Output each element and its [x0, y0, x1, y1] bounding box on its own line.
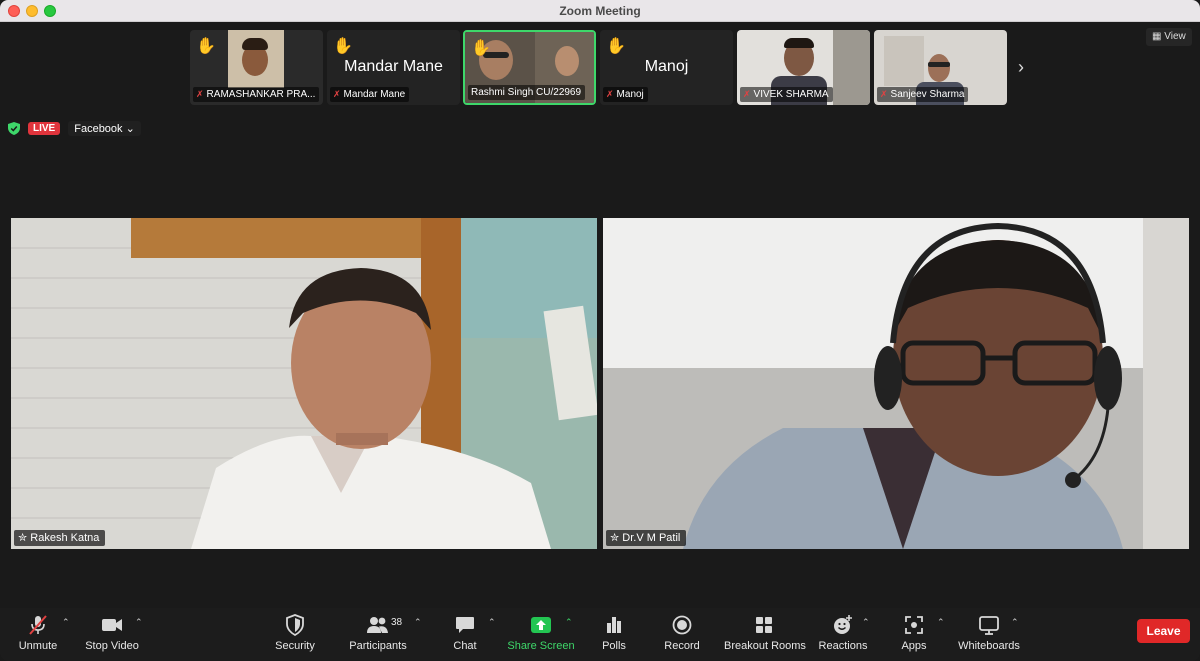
speaker-video-left[interactable]: ✮ Rakesh Katna — [11, 218, 597, 549]
chat-label: Chat — [453, 640, 477, 652]
chevron-down-icon: ⌄ — [125, 122, 135, 135]
participant-tile[interactable]: ✋ Mandar Mane ✗ Mandar Mane — [327, 30, 460, 105]
stop-video-button[interactable]: Stop Video — [84, 612, 140, 658]
participant-tile[interactable]: ✗ VIVEK SHARMA — [737, 30, 870, 105]
whiteboards-options-caret[interactable]: ⌃ — [1011, 617, 1019, 628]
zoom-window: Zoom Meeting ✋ ✗ RAMASHANKAR PRA... ✋ Man… — [0, 0, 1200, 661]
chat-button[interactable]: Chat — [448, 612, 482, 658]
unmute-label: Unmute — [18, 640, 58, 652]
title-bar: Zoom Meeting — [0, 0, 1200, 22]
shield-icon — [286, 614, 304, 636]
participant-video — [228, 30, 284, 88]
video-frame — [11, 218, 597, 549]
participant-tile[interactable]: ✋ Manoj ✗ Manoj — [600, 30, 733, 105]
participant-name-label: ✗ VIVEK SHARMA — [740, 87, 833, 102]
share-screen-icon — [531, 617, 551, 633]
security-button[interactable]: Security — [272, 612, 318, 658]
breakout-rooms-label: Breakout Rooms — [724, 640, 806, 652]
speaker-video-right[interactable]: ✮ Dr.V M Patil — [603, 218, 1189, 549]
share-options-caret[interactable]: ⌃ — [565, 617, 573, 628]
breakout-rooms-icon — [756, 617, 772, 633]
pin-icon: ✮ — [610, 532, 620, 544]
video-options-caret[interactable]: ⌃ — [135, 617, 143, 628]
record-label: Record — [664, 640, 700, 652]
chevron-right-icon[interactable]: › — [1018, 57, 1024, 78]
raised-hand-icon: ✋ — [471, 40, 491, 57]
speaker-name-label: ✮ Dr.V M Patil — [606, 530, 687, 546]
video-camera-icon — [102, 619, 122, 631]
apps-icon — [905, 616, 923, 634]
participants-count: 38 — [391, 617, 403, 628]
mic-off-icon: ✗ — [606, 89, 614, 99]
window-title: Zoom Meeting — [559, 4, 641, 18]
polls-button[interactable]: Polls — [598, 612, 630, 658]
share-screen-label: Share Screen — [507, 640, 575, 652]
participant-display-name: Manoj — [644, 58, 689, 75]
apps-button[interactable]: Apps — [898, 612, 930, 658]
participant-tile[interactable]: ✗ Sanjeev Sharma — [874, 30, 1007, 105]
participant-name-label: ✗ Sanjeev Sharma — [877, 87, 969, 102]
raised-hand-icon: ✋ — [196, 38, 216, 55]
participant-display-name: Mandar Mane — [344, 58, 443, 75]
shield-check-icon[interactable] — [8, 121, 20, 135]
mic-off-icon: ✗ — [880, 89, 888, 99]
polls-label: Polls — [602, 640, 626, 652]
reactions-button[interactable]: Reactions — [818, 612, 868, 658]
security-label: Security — [275, 640, 315, 652]
leave-button[interactable]: Leave — [1137, 619, 1190, 643]
polls-icon — [607, 617, 621, 633]
pin-icon: ✮ — [18, 532, 28, 544]
view-button[interactable]: ▦ View — [1146, 28, 1192, 46]
mic-off-icon: ✗ — [333, 89, 341, 99]
participant-name-label: ✗ Mandar Mane — [330, 87, 410, 102]
audio-options-caret[interactable]: ⌃ — [62, 617, 70, 628]
participant-name-label: ✗ RAMASHANKAR PRA... — [193, 87, 320, 102]
reactions-label: Reactions — [818, 640, 868, 652]
participant-name-label: Rashmi Singh CU/22969 — [468, 85, 586, 100]
apps-label: Apps — [901, 640, 927, 652]
smiley-icon — [834, 615, 852, 634]
video-frame — [603, 218, 1189, 549]
participants-options-caret[interactable]: ⌃ — [414, 617, 422, 628]
live-stream-status: LIVE Facebook ⌄ — [8, 119, 141, 137]
unmute-button[interactable]: Unmute — [14, 612, 62, 658]
record-button[interactable]: Record — [662, 612, 702, 658]
grid-icon: ▦ — [1152, 31, 1162, 42]
whiteboards-label: Whiteboards — [958, 640, 1020, 652]
chat-bubble-icon — [456, 617, 474, 633]
breakout-rooms-button[interactable]: Breakout Rooms — [724, 612, 806, 658]
raised-hand-icon: ✋ — [606, 38, 626, 55]
mic-off-icon: ✗ — [743, 89, 751, 99]
stop-video-label: Stop Video — [85, 640, 139, 652]
record-icon — [672, 615, 692, 635]
raised-hand-icon: ✋ — [333, 38, 353, 55]
apps-options-caret[interactable]: ⌃ — [937, 617, 945, 628]
live-badge[interactable]: LIVE — [28, 121, 61, 135]
stream-platform-dropdown[interactable]: Facebook ⌄ — [68, 120, 141, 136]
reactions-options-caret[interactable]: ⌃ — [862, 617, 870, 628]
mic-off-icon — [29, 615, 47, 635]
participants-icon — [367, 617, 388, 633]
participants-label: Participants — [349, 640, 407, 652]
chat-options-caret[interactable]: ⌃ — [488, 617, 496, 628]
mic-off-icon: ✗ — [196, 89, 204, 99]
speaker-name-label: ✮ Rakesh Katna — [14, 530, 106, 546]
participant-tile-active[interactable]: ✋ Rashmi Singh CU/22969 — [463, 30, 596, 105]
whiteboard-icon — [979, 616, 999, 635]
participant-name-label: ✗ Manoj — [603, 87, 648, 102]
participant-tile[interactable]: ✋ ✗ RAMASHANKAR PRA... — [190, 30, 323, 105]
